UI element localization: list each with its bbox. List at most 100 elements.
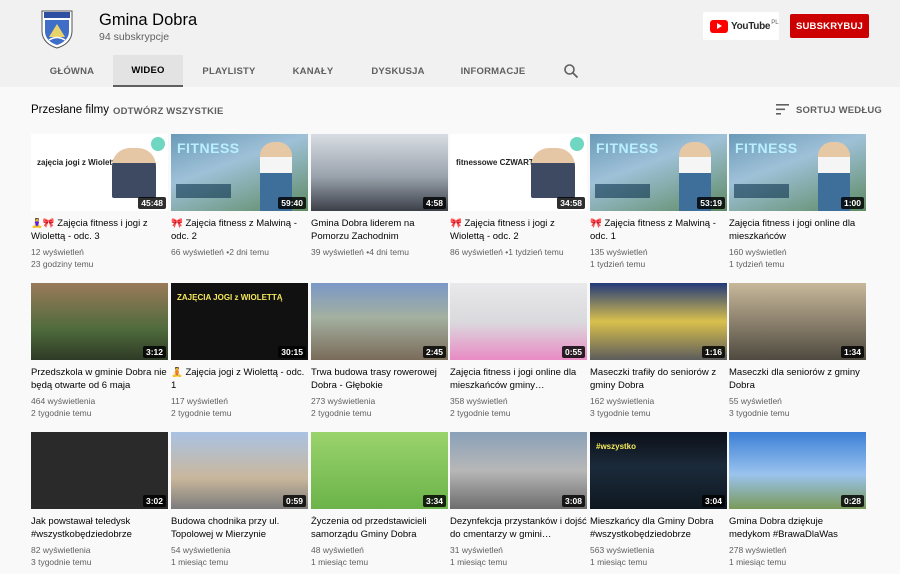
video-title[interactable]: Maseczki dla seniorów z gminy Dobra xyxy=(729,367,866,392)
video-age: 1 miesiąc temu xyxy=(590,557,648,567)
video-duration: 0:28 xyxy=(840,495,864,507)
tab-channels[interactable]: KANAŁY xyxy=(280,55,346,87)
channel-crest-icon[interactable] xyxy=(40,7,74,49)
subscribe-button[interactable]: SUBSKRYBUJ xyxy=(790,14,869,38)
video-duration: 3:02 xyxy=(142,495,166,507)
video-duration: 1:34 xyxy=(840,346,864,358)
video-thumbnail[interactable]: ZAJĘCIA JOGI z WIOLETTĄ 30:15 xyxy=(171,283,308,360)
video-title[interactable]: Jak powstawał teledysk #wszystkobędziedo… xyxy=(31,516,168,541)
play-all-button[interactable]: ODTWÓRZ WSZYSTKIE xyxy=(113,106,224,117)
video-title[interactable]: Zajęcia fitness i jogi online dla mieszk… xyxy=(729,218,866,243)
video-meta-line: 1 tydzień temu xyxy=(729,259,784,269)
video-title[interactable]: Budowa chodnika przy ul. Topolowej w Mie… xyxy=(171,516,308,541)
tab-videos[interactable]: WIDEO xyxy=(113,55,183,87)
video-age: 4 dni temu xyxy=(369,247,409,257)
video-views: 66 wyświetleń xyxy=(171,247,224,257)
video-thumbnail[interactable]: 3:12 xyxy=(31,283,168,360)
video-thumbnail[interactable]: 0:28 xyxy=(729,432,866,509)
video-title[interactable]: 🧘‍♀️🎀 Zajęcia fitness i jogi z Wiolettą … xyxy=(31,218,168,243)
video-thumbnail[interactable]: 1:34 xyxy=(729,283,866,360)
video-age: 1 miesiąc temu xyxy=(729,557,787,567)
sort-by-button[interactable]: SORTUJ WEDŁUG xyxy=(796,105,882,116)
video-duration: 1:16 xyxy=(701,346,725,358)
video-title[interactable]: Mieszkańcy dla Gminy Dobra #wszystkobędz… xyxy=(590,516,727,541)
video-title[interactable]: Gmina Dobra dziękuje medykom #BrawaDlaWa… xyxy=(729,516,866,541)
video-meta-line: 273 wyświetlenia xyxy=(311,396,375,406)
video-thumbnail[interactable]: 1:16 xyxy=(590,283,727,360)
youtube-wordmark: YouTube xyxy=(731,20,771,32)
video-thumbnail[interactable]: 0:55 xyxy=(450,283,587,360)
video-duration: 45:48 xyxy=(138,197,166,209)
video-duration: 3:04 xyxy=(701,495,725,507)
video-thumbnail[interactable]: FITNESS 1:00 xyxy=(729,134,866,211)
video-thumbnail[interactable]: #wszystko 3:04 xyxy=(590,432,727,509)
video-age: 1 miesiąc temu xyxy=(450,557,508,567)
video-title[interactable]: Życzenia od przedstawicieli samorządu Gm… xyxy=(311,516,448,541)
video-thumbnail[interactable]: 2:45 xyxy=(311,283,448,360)
video-views: 278 wyświetleń xyxy=(729,545,787,555)
video-title[interactable]: Trwa budowa trasy rowerowej Dobra - Głęb… xyxy=(311,367,448,392)
thumb-decoration xyxy=(151,137,165,151)
channel-name: Gmina Dobra xyxy=(99,11,198,29)
video-title[interactable]: Dezynfekcja przystanków i dojść do cment… xyxy=(450,516,587,541)
video-duration: 2:45 xyxy=(422,346,446,358)
video-thumbnail[interactable]: FITNESS 59:40 xyxy=(171,134,308,211)
video-meta-line: 3 tygodnie temu xyxy=(31,557,91,567)
video-views: 273 wyświetlenia xyxy=(311,396,376,406)
video-title[interactable]: Przedszkola w gminie Dobra nie będą otwa… xyxy=(31,367,168,392)
video-title[interactable]: Gmina Dobra liderem na Pomorzu Zachodnim xyxy=(311,218,448,243)
thumb-caption: #wszystko xyxy=(596,442,637,451)
video-meta-line: 2 tygodnie temu xyxy=(171,408,231,418)
video-age: 2 tygodnie temu xyxy=(31,408,92,418)
thumb-caption: ZAJĘCIA JOGI z WIOLETTĄ xyxy=(177,293,283,302)
tab-discussion[interactable]: DYSKUSJA xyxy=(361,55,435,87)
video-duration: 34:58 xyxy=(557,197,585,209)
video-title[interactable]: Maseczki trafiły do seniorów z gminy Dob… xyxy=(590,367,727,392)
thumb-banner xyxy=(595,184,650,198)
video-duration: 53:19 xyxy=(697,197,725,209)
youtube-logo[interactable]: YouTube PL xyxy=(703,12,779,40)
channel-header: Gmina Dobra 94 subskrypcje YouTube PL SU… xyxy=(0,0,900,87)
video-meta-line: 358 wyświetleń xyxy=(450,396,508,406)
video-title[interactable]: 🎀 Zajęcia fitness z Malwiną - odc. 1 xyxy=(590,218,727,243)
video-age: 1 tydzień temu xyxy=(508,247,564,257)
thumb-caption: zajęcia jogi z Wiolettą xyxy=(37,158,120,167)
video-duration: 59:40 xyxy=(278,197,306,209)
sort-icon[interactable] xyxy=(776,104,789,115)
search-icon[interactable] xyxy=(563,63,579,79)
video-title[interactable]: 🧘 Zajęcia jogi z Wiolettą - odc. 1 xyxy=(171,367,308,392)
tab-about[interactable]: INFORMACJE xyxy=(455,55,531,87)
video-thumbnail[interactable]: 3:02 xyxy=(31,432,168,509)
video-thumbnail[interactable]: 3:08 xyxy=(450,432,587,509)
video-views: 12 wyświetleń xyxy=(31,247,84,257)
tab-home[interactable]: GŁÓWNA xyxy=(37,55,107,87)
video-meta-line: 1 miesiąc temu xyxy=(590,557,647,567)
video-meta-line: 23 godziny temu xyxy=(31,259,93,269)
tab-playlists[interactable]: PLAYLISTY xyxy=(192,55,266,87)
video-meta-line: 54 wyświetlenia xyxy=(171,545,231,555)
video-thumbnail[interactable]: 4:58 xyxy=(311,134,448,211)
video-thumbnail[interactable]: fitnessowe CZWARTKI 34:58 xyxy=(450,134,587,211)
video-title[interactable]: Zajęcia fitness i jogi online dla mieszk… xyxy=(450,367,587,392)
video-meta-line: 31 wyświetleń xyxy=(450,545,503,555)
video-views: 48 wyświetleń xyxy=(311,545,364,555)
video-views: 464 wyświetlenia xyxy=(31,396,96,406)
video-views: 54 wyświetlenia xyxy=(171,545,231,555)
video-thumbnail[interactable]: 0:59 xyxy=(171,432,308,509)
video-thumbnail[interactable]: FITNESS 53:19 xyxy=(590,134,727,211)
video-thumbnail[interactable]: 3:34 xyxy=(311,432,448,509)
video-views: 563 wyświetlenia xyxy=(590,545,655,555)
video-duration: 0:55 xyxy=(561,346,585,358)
video-age: 1 tydzień temu xyxy=(729,259,785,269)
channel-tabs: GŁÓWNA WIDEO PLAYLISTY KANAŁY DYSKUSJA I… xyxy=(0,55,900,87)
thumb-banner xyxy=(176,184,231,198)
video-age: 3 tygodnie temu xyxy=(31,557,92,567)
video-meta-line: 55 wyświetleń xyxy=(729,396,782,406)
video-meta-line: 464 wyświetlenia xyxy=(31,396,95,406)
video-meta-line: 117 wyświetleń xyxy=(171,396,228,406)
video-title[interactable]: 🎀 Zajęcia fitness z Malwiną - odc. 2 xyxy=(171,218,308,243)
video-title[interactable]: 🎀 Zajęcia fitness i jogi z Wiolettą - od… xyxy=(450,218,587,243)
video-views: 55 wyświetleń xyxy=(729,396,782,406)
video-duration: 4:58 xyxy=(422,197,446,209)
video-thumbnail[interactable]: zajęcia jogi z Wiolettą 45:48 xyxy=(31,134,168,211)
